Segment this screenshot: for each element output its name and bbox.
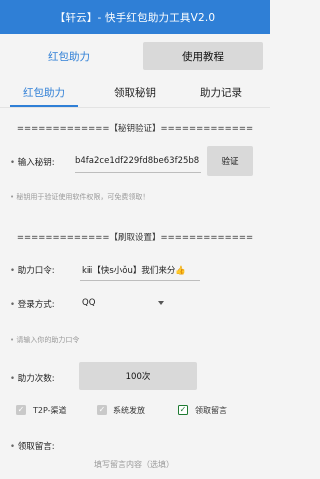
count-label: • 助力次数: — [10, 374, 55, 384]
verify-button[interactable]: 验证 — [207, 146, 253, 176]
window-title-bar: 【轩云】- 快手红包助力工具V2.0 — [0, 0, 270, 34]
message-label-text: 领取留言: — [17, 442, 55, 452]
boost-section-title: =============【刷取设置】============= — [16, 233, 254, 243]
t2p-channel-checkbox[interactable]: ✓ — [16, 405, 26, 415]
red-packet-boost-button[interactable]: 红包助力 — [6, 42, 132, 70]
window-title: 【轩云】- 快手红包助力工具V2.0 — [54, 11, 216, 24]
get-message-checkbox[interactable]: ✓ — [178, 405, 188, 415]
get-message-label: 领取留言 — [195, 406, 227, 415]
login-hint: • 请输入你的助力口令 — [10, 336, 80, 344]
command-label-text: 助力口令: — [17, 266, 55, 276]
key-hint-text: 秘钥用于验证使用软件权限，可免费领取！ — [16, 193, 150, 201]
key-input-underline — [75, 172, 201, 173]
tab-boost-records[interactable]: 助力记录 — [188, 78, 254, 106]
command-input[interactable]: kⅲ【快s小ǒu】我们来分👍 — [82, 264, 200, 276]
tab-divider — [0, 107, 270, 108]
tab-bar: 红包助力 领取秘钥 助力记录 — [0, 78, 270, 107]
key-input-label-text: 输入秘钥: — [17, 158, 55, 168]
tab-get-key[interactable]: 领取秘钥 — [100, 78, 170, 106]
command-label: • 助力口令: — [10, 266, 55, 276]
message-label: • 领取留言: — [10, 442, 55, 452]
system-issue-label: 系统发放 — [113, 406, 145, 415]
t2p-channel-label: T2P-渠道 — [33, 406, 67, 415]
key-input[interactable]: b4fa2ce1df229fd8be63f25b8 — [75, 156, 201, 166]
login-method-label: • 登录方式: — [10, 300, 55, 310]
tab-red-packet-boost[interactable]: 红包助力 — [10, 78, 78, 106]
login-method-select[interactable]: QQ — [82, 298, 152, 308]
system-issue-checkbox[interactable]: ✓ — [97, 405, 107, 415]
key-hint: • 秘钥用于验证使用软件权限，可免费领取！ — [10, 193, 150, 201]
key-section-title: =============【秘钥验证】============= — [16, 124, 254, 134]
login-hint-text: 请输入你的助力口令 — [16, 336, 80, 344]
count-label-text: 助力次数: — [17, 374, 55, 384]
tutorial-button[interactable]: 使用教程 — [143, 42, 263, 70]
login-method-label-text: 登录方式: — [17, 300, 55, 310]
message-input[interactable]: 填写留言内容（选填） — [94, 459, 174, 470]
command-input-underline — [80, 280, 200, 281]
chevron-down-icon[interactable] — [158, 301, 164, 305]
count-button[interactable]: 100次 — [79, 362, 197, 390]
key-input-label: • 输入秘钥: — [10, 158, 55, 168]
